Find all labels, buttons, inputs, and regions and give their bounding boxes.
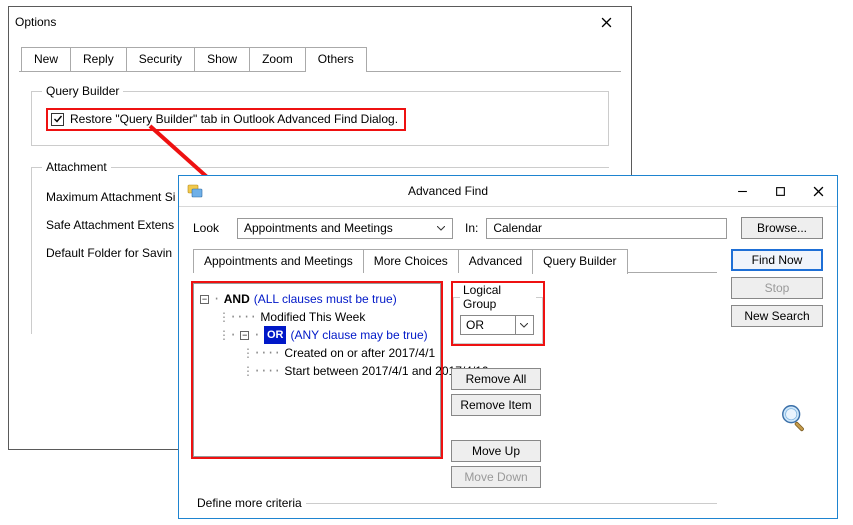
logical-group-legend: Logical Group <box>460 283 536 311</box>
chevron-down-icon <box>433 219 448 238</box>
app-icon <box>187 183 203 199</box>
or-note: (ANY clause may be true) <box>290 326 427 344</box>
af-body: Look Appointments and Meetings In: Calen… <box>179 207 837 518</box>
logical-group-value: OR <box>466 318 515 332</box>
stop-button: Stop <box>731 277 823 299</box>
collapse-icon[interactable]: − <box>240 331 249 340</box>
created-node[interactable]: Created on or after 2017/4/1 <box>284 344 435 362</box>
restore-qb-label: Restore "Query Builder" tab in Outlook A… <box>70 112 398 126</box>
options-title: Options <box>15 15 56 29</box>
tab-query-builder[interactable]: Query Builder <box>532 249 627 274</box>
and-note: (ALL clauses must be true) <box>254 290 397 308</box>
in-value: Calendar <box>493 221 542 235</box>
query-builder-group: Query Builder Restore "Query Builder" ta… <box>31 84 609 146</box>
remove-item-button[interactable]: Remove Item <box>451 394 541 416</box>
magnifier-icon <box>779 402 809 435</box>
restore-qb-checkbox[interactable] <box>51 113 64 126</box>
close-icon[interactable] <box>799 177 837 205</box>
define-criteria-group: Define more criteria <box>193 496 717 510</box>
tab-security[interactable]: Security <box>126 47 195 71</box>
in-label: In: <box>465 221 478 235</box>
chevron-down-icon <box>515 316 531 334</box>
maximize-icon[interactable] <box>761 177 799 205</box>
logical-group-combo[interactable]: OR <box>460 315 534 335</box>
collapse-icon[interactable]: − <box>200 295 209 304</box>
move-up-button[interactable]: Move Up <box>451 440 541 462</box>
find-now-button[interactable]: Find Now <box>731 249 823 271</box>
tab-appointments[interactable]: Appointments and Meetings <box>193 249 364 273</box>
af-titlebar: Advanced Find <box>179 176 837 207</box>
modified-node[interactable]: Modified This Week <box>260 308 365 326</box>
tab-show[interactable]: Show <box>194 47 250 71</box>
look-label: Look <box>193 221 229 235</box>
tab-zoom[interactable]: Zoom <box>249 47 306 71</box>
af-tabstrip: Appointments and Meetings More Choices A… <box>193 249 717 273</box>
remove-all-button[interactable]: Remove All <box>451 368 541 390</box>
tab-more-choices[interactable]: More Choices <box>363 249 459 273</box>
query-builder-legend: Query Builder <box>42 84 123 98</box>
af-title: Advanced Find <box>203 184 723 198</box>
new-search-button[interactable]: New Search <box>731 305 823 327</box>
tab-reply[interactable]: Reply <box>70 47 127 71</box>
options-titlebar: Options <box>9 7 631 37</box>
query-tree[interactable]: − · AND (ALL clauses must be true) ⋮····… <box>193 283 441 457</box>
in-field[interactable]: Calendar <box>486 218 727 239</box>
attachment-legend: Attachment <box>42 160 111 174</box>
move-down-button: Move Down <box>451 466 541 488</box>
or-node: OR <box>264 326 287 344</box>
look-value: Appointments and Meetings <box>244 221 433 235</box>
advanced-find-dialog: Advanced Find Look Appointments and Meet… <box>178 175 838 519</box>
close-icon[interactable] <box>587 8 625 36</box>
tab-advanced[interactable]: Advanced <box>458 249 533 273</box>
and-node: AND <box>224 290 250 308</box>
browse-button[interactable]: Browse... <box>741 217 823 239</box>
options-tabstrip: New Reply Security Show Zoom Others <box>9 37 631 71</box>
look-combo[interactable]: Appointments and Meetings <box>237 218 453 239</box>
tab-others[interactable]: Others <box>305 47 367 72</box>
define-criteria-legend: Define more criteria <box>193 496 306 510</box>
tab-new[interactable]: New <box>21 47 71 71</box>
logical-group-fieldset: Logical Group OR <box>453 283 543 344</box>
minimize-icon[interactable] <box>723 177 761 205</box>
